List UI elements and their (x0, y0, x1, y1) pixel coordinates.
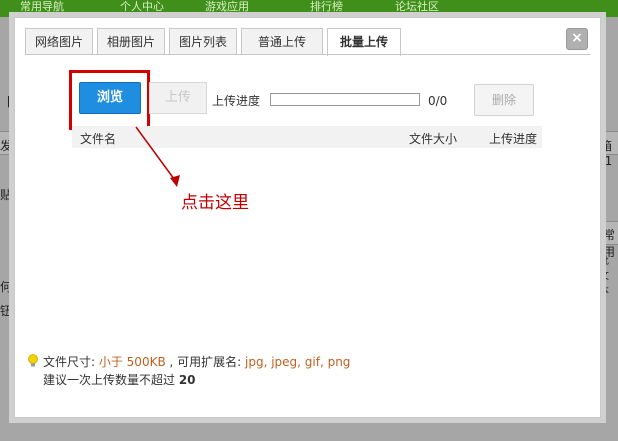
bg-text: 箱(1 (600, 139, 613, 168)
tips-size-prefix: 文件尺寸: (43, 355, 99, 369)
upload-dialog: 网络图片 相册图片 图片列表 普通上传 批量上传 × 浏览 上传 上传进度 0/… (14, 17, 601, 418)
tips-ext-value: jpg, jpeg, gif, png (245, 355, 351, 369)
tips-line-count: 建议一次上传数量不超过 20 (27, 371, 350, 389)
bg-nav-item: 常用导航 (20, 0, 64, 13)
lightbulb-icon (28, 354, 38, 367)
bg-nav-item: 论坛社区 (395, 0, 439, 13)
tips-count-value: 20 (178, 373, 196, 387)
bg-text: 贴 (0, 188, 13, 202)
tips-line-size: 文件尺寸: 小于 500KB , 可用扩展名: jpg, jpeg, gif, … (27, 353, 350, 371)
bg-nav-item: 个人中心 (120, 0, 164, 13)
bg-text: 何 (0, 280, 13, 294)
tips-ext-prefix: , 可用扩展名: (165, 355, 245, 369)
annotation-text: 点击这里 (181, 193, 249, 213)
upload-tips: 文件尺寸: 小于 500KB , 可用扩展名: jpg, jpeg, gif, … (27, 353, 350, 389)
background-nav-bar: 常用导航 个人中心 游戏应用 排行榜 论坛社区 (0, 0, 618, 17)
tips-size-value: 小于 500KB (98, 355, 166, 369)
bg-nav-item: 排行榜 (310, 0, 343, 13)
tips-count-prefix: 建议一次上传数量不超过 (43, 373, 179, 387)
bg-text: 钮 (0, 304, 13, 318)
bg-nav-item: 游戏应用 (205, 0, 249, 13)
bg-text: 批文本 (599, 256, 609, 297)
